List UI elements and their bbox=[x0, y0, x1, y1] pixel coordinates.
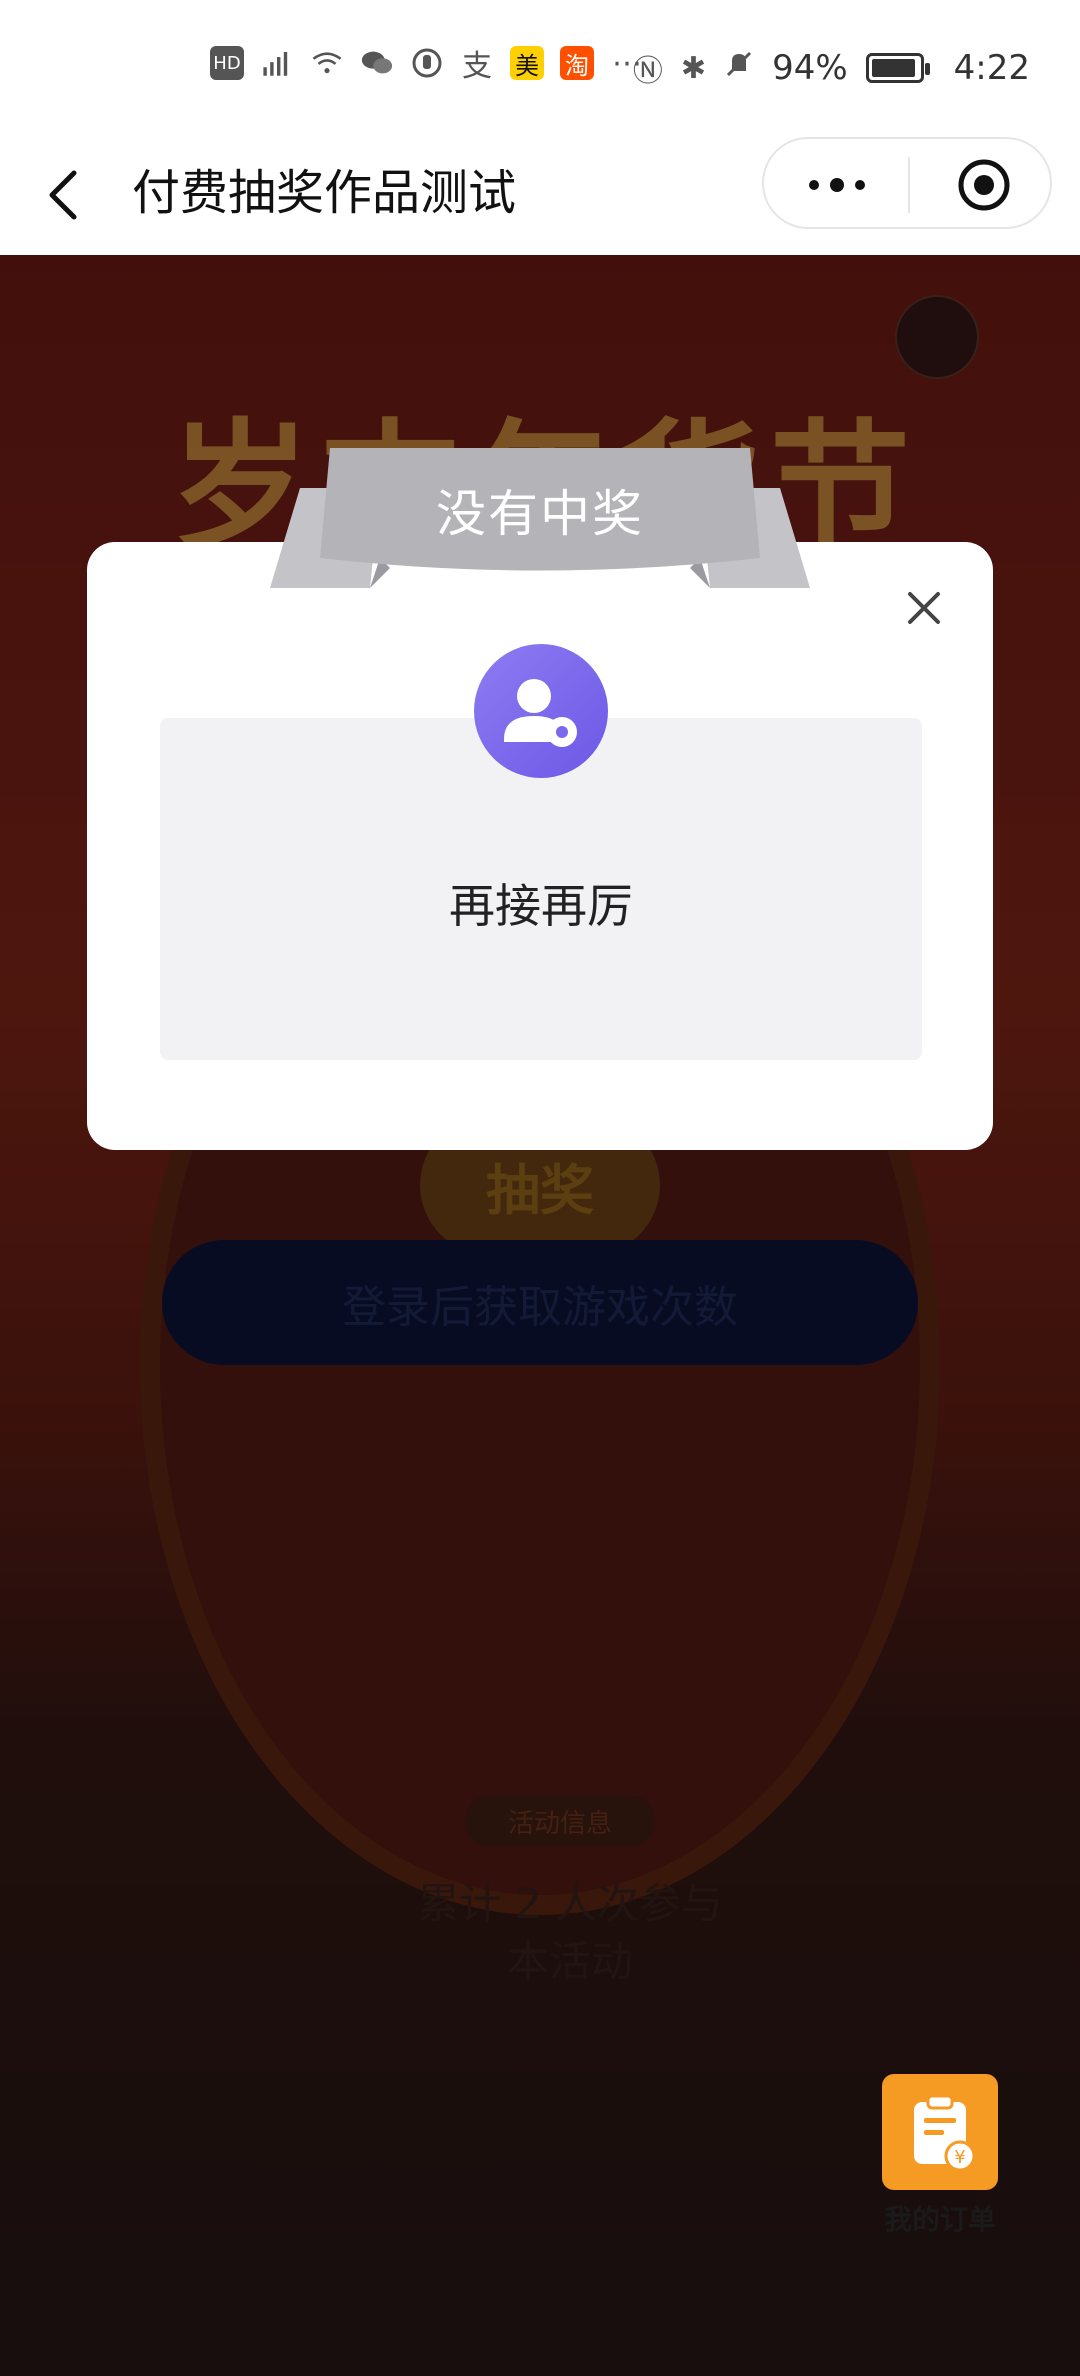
battery-percent: 94% bbox=[772, 48, 848, 88]
taobao-icon: 淘 bbox=[560, 46, 594, 80]
more-button[interactable] bbox=[802, 165, 872, 205]
order-receipt-icon: ¥ bbox=[914, 2094, 976, 2172]
modal-close-button[interactable] bbox=[900, 584, 948, 632]
hand-icon bbox=[410, 46, 444, 80]
wechat-icon bbox=[360, 46, 394, 80]
nav-bar: 付费抽奖作品测试 bbox=[0, 135, 1080, 256]
capsule-divider bbox=[908, 157, 910, 213]
result-message: 再接再厉 bbox=[449, 879, 633, 933]
my-orders-button[interactable]: ¥ bbox=[882, 2074, 998, 2190]
my-orders-label: 我的订单 bbox=[883, 2203, 996, 2236]
meituan-icon: 美 bbox=[510, 46, 544, 80]
exit-button[interactable] bbox=[954, 155, 1014, 215]
user-settings-avatar bbox=[474, 644, 608, 778]
bluetooth-icon: ✱ bbox=[680, 50, 707, 86]
wifi-icon bbox=[310, 46, 344, 80]
mini-program-capsule bbox=[762, 137, 1052, 229]
clock: 4:22 bbox=[953, 48, 1030, 88]
status-bar: HD 支 美 淘 ⋯ Ⓝ ✱ 94% 4:22 bbox=[0, 0, 1080, 135]
svg-text:¥: ¥ bbox=[954, 2147, 965, 2168]
status-right: Ⓝ ✱ 94% 4:22 bbox=[633, 46, 1030, 90]
hd-icon: HD bbox=[210, 46, 244, 80]
alipay-icon: 支 bbox=[462, 49, 492, 84]
status-left-icons: HD 支 美 淘 ⋯ bbox=[210, 46, 644, 84]
more-dots-icon bbox=[809, 178, 865, 192]
modal-title: 没有中奖 bbox=[436, 485, 644, 543]
back-button[interactable] bbox=[40, 159, 88, 231]
signal-4g-icon bbox=[260, 46, 294, 80]
page-title: 付费抽奖作品测试 bbox=[132, 165, 517, 221]
mute-icon bbox=[724, 48, 754, 88]
battery-icon bbox=[865, 53, 930, 83]
nfc-icon: Ⓝ bbox=[632, 54, 663, 89]
chevron-left-icon bbox=[49, 170, 77, 220]
close-icon bbox=[908, 592, 940, 624]
target-circle-icon bbox=[958, 159, 1010, 211]
user-gear-icon bbox=[504, 679, 577, 747]
